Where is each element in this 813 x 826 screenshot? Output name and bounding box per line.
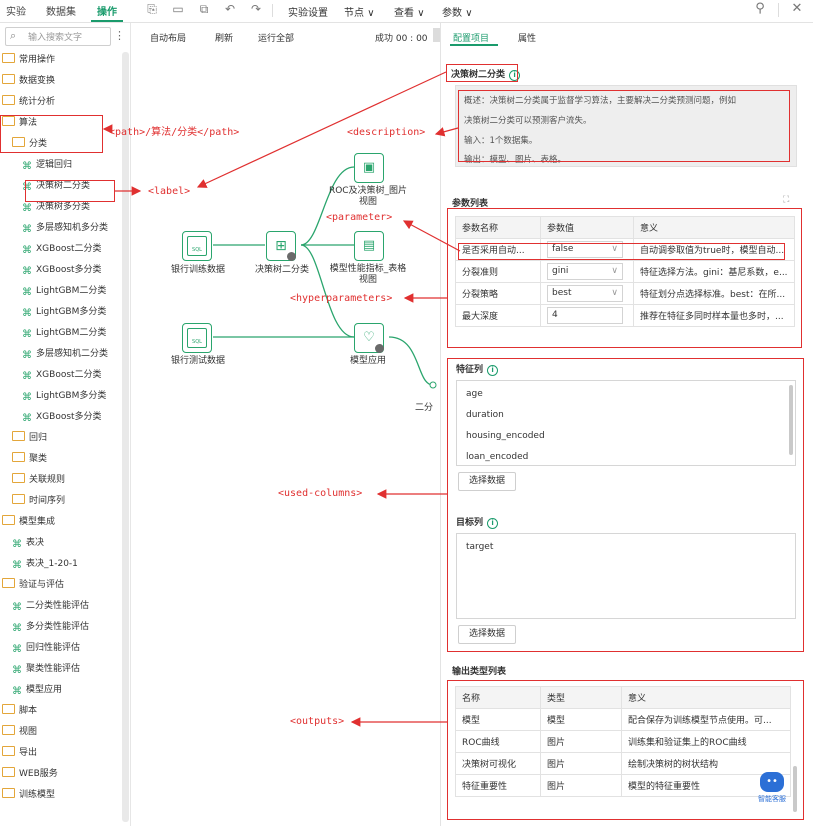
annotation-parameter: <parameter> <box>326 212 393 223</box>
annotation-hyperparameters: <hyperparameters> <box>290 293 393 304</box>
annotation-path: <path>/算法/分类</path> <box>109 127 240 138</box>
annotation-label: <label> <box>148 186 191 197</box>
annotation-description: <description> <box>347 127 426 138</box>
annotation-outputs: <outputs> <box>290 716 345 727</box>
annotation-used-columns: <used-columns> <box>278 488 363 499</box>
